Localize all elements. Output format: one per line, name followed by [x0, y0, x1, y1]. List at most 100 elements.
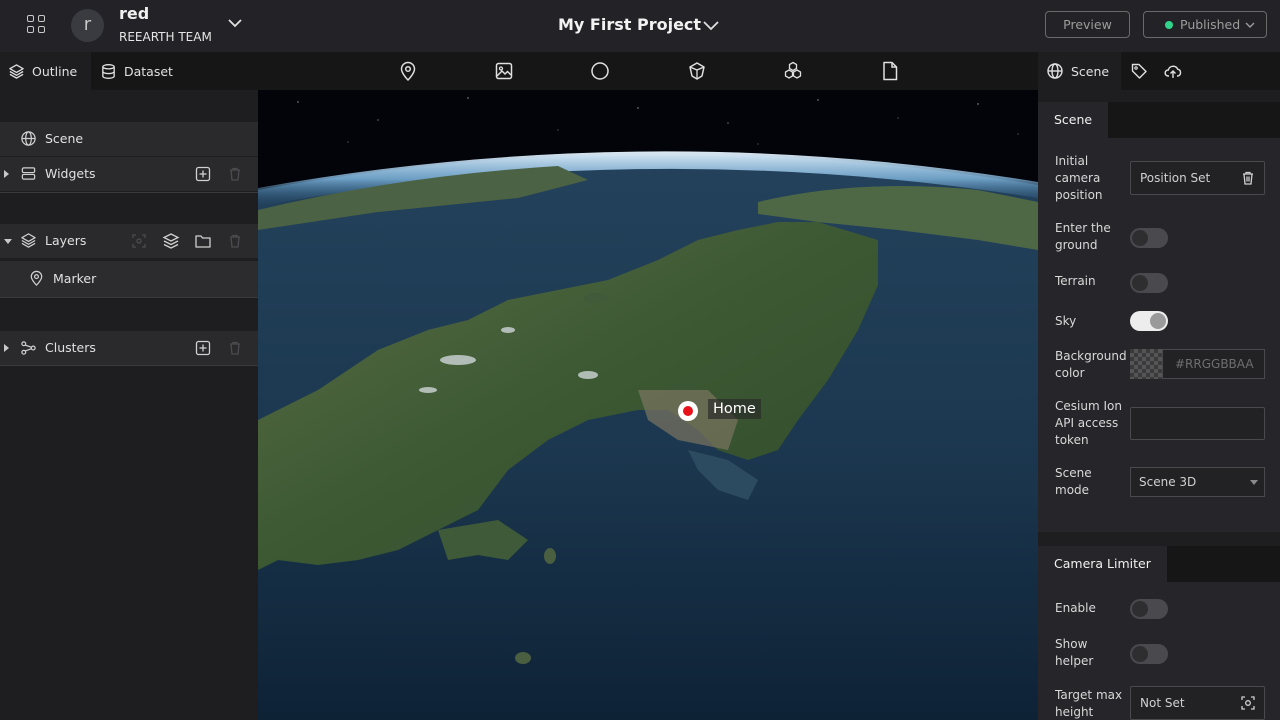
top-header: r red REEARTH TEAM My First Project Prev…	[0, 0, 1280, 52]
camera-limiter-section-title[interactable]: Camera Limiter	[1038, 546, 1167, 582]
tab-outline[interactable]: Outline	[0, 52, 91, 90]
sky-toggle[interactable]	[1130, 311, 1168, 331]
target-max-height-value: Not Set	[1140, 696, 1185, 710]
enable-label: Enable	[1055, 601, 1096, 615]
widgets-icon	[21, 167, 36, 180]
camera-limiter-section-body: Enable Show helper Target max height Not…	[1038, 582, 1280, 720]
tab-publish[interactable]	[1156, 52, 1190, 90]
cluster-icon	[21, 341, 36, 355]
home-marker-label[interactable]: Home	[708, 399, 761, 419]
layers-icon	[21, 233, 36, 248]
outline-panel: Outline Dataset Scene Widgets Layers Mar…	[0, 52, 258, 720]
chevron-down-icon	[1245, 22, 1255, 28]
trash-icon[interactable]	[1240, 170, 1256, 186]
sphere-tool-icon[interactable]	[589, 60, 611, 82]
apps-grid-icon[interactable]	[24, 12, 48, 36]
home-marker-pin[interactable]	[678, 401, 698, 421]
marker-tool-icon[interactable]	[397, 60, 419, 82]
avatar[interactable]: r	[71, 9, 104, 42]
map-pin-icon	[30, 270, 43, 286]
layers-icon	[9, 63, 24, 79]
initial-camera-value: Position Set	[1140, 171, 1211, 185]
project-title[interactable]: My First Project	[558, 15, 701, 34]
tab-scene[interactable]: Scene	[1038, 52, 1121, 90]
tree-item-widgets-label: Widgets	[45, 166, 96, 181]
cloud-upload-icon	[1164, 65, 1182, 78]
status-dot-icon	[1165, 21, 1173, 29]
tree-item-clusters[interactable]: Clusters	[0, 331, 258, 365]
globe-icon	[1047, 63, 1063, 79]
tab-outline-label: Outline	[32, 63, 78, 79]
trash-icon[interactable]	[226, 165, 244, 183]
color-swatch[interactable]	[1130, 349, 1162, 379]
add-layer-stack-icon[interactable]	[162, 232, 180, 250]
publish-status-button[interactable]: Published	[1143, 11, 1267, 38]
scene-section-body: Initial camera position Position Set Ent…	[1038, 138, 1280, 532]
right-panel-tabs: Scene	[1038, 52, 1280, 90]
divider	[0, 297, 258, 298]
scene-mode-select[interactable]: Scene 3D	[1130, 467, 1265, 497]
cesium-token-input[interactable]	[1130, 407, 1265, 440]
tab-dataset[interactable]: Dataset	[92, 52, 182, 90]
team-switch-chevron-down-icon[interactable]	[226, 14, 244, 32]
camera-limiter-section-header: Camera Limiter	[1038, 546, 1280, 582]
camera-limiter-enable-toggle[interactable]	[1130, 599, 1168, 619]
enter-ground-label: Enter the ground	[1055, 221, 1111, 252]
team-name: REEARTH TEAM	[119, 30, 212, 44]
tree-item-scene[interactable]: Scene	[0, 122, 258, 156]
add-widget-icon[interactable]	[194, 165, 212, 183]
terrain-toggle[interactable]	[1130, 273, 1168, 293]
caret-down-icon	[1250, 480, 1258, 485]
terrain-label: Terrain	[1055, 274, 1096, 288]
scene-section-title[interactable]: Scene	[1038, 102, 1109, 138]
trash-icon[interactable]	[226, 232, 244, 250]
target-max-height-label: Target max height	[1055, 688, 1123, 719]
tab-dataset-label: Dataset	[124, 63, 173, 79]
divider	[0, 192, 258, 193]
globe-viewport[interactable]: Home	[258, 90, 1038, 720]
user-name: red	[119, 4, 150, 23]
tree-item-marker[interactable]: Marker	[0, 261, 258, 297]
sky-label: Sky	[1055, 314, 1077, 328]
background-color-label: Background color	[1055, 349, 1127, 380]
tree-item-marker-label: Marker	[53, 271, 97, 286]
add-cluster-icon[interactable]	[194, 339, 212, 357]
scene-section-header: Scene	[1038, 102, 1280, 138]
expand-arrow-icon[interactable]	[4, 344, 9, 352]
scene-mode-label: Scene mode	[1055, 466, 1092, 497]
show-helper-label: Show helper	[1055, 637, 1094, 668]
divider	[0, 365, 258, 366]
tree-item-layers[interactable]: Layers	[0, 224, 258, 258]
tree-item-scene-label: Scene	[45, 131, 84, 146]
3d-model-tool-icon[interactable]	[686, 60, 708, 82]
focus-layer-icon[interactable]	[130, 232, 148, 250]
property-panel: Scene Scene Initial camera position Posi…	[1038, 52, 1280, 720]
left-panel-tabs: Outline Dataset	[0, 52, 258, 90]
enter-ground-toggle[interactable]	[1130, 228, 1168, 248]
tab-tags[interactable]	[1122, 52, 1156, 90]
photo-overlay-tool-icon[interactable]	[493, 60, 515, 82]
globe-icon	[21, 131, 36, 146]
add-folder-icon[interactable]	[194, 232, 212, 250]
expand-arrow-icon[interactable]	[4, 170, 9, 178]
publish-status-label: Published	[1180, 17, 1241, 32]
file-tool-icon[interactable]	[879, 60, 901, 82]
cesium-token-label: Cesium Ion API access token	[1055, 399, 1122, 447]
collapse-arrow-icon[interactable]	[4, 239, 12, 244]
show-helper-toggle[interactable]	[1130, 644, 1168, 664]
initial-camera-field[interactable]: Position Set	[1130, 161, 1265, 195]
tree-item-clusters-label: Clusters	[45, 340, 96, 355]
capture-camera-icon[interactable]	[1240, 695, 1256, 711]
tree-item-widgets[interactable]: Widgets	[0, 157, 258, 191]
project-menu-chevron-down-icon[interactable]	[701, 15, 721, 35]
database-icon	[102, 63, 115, 79]
tree-item-layers-label: Layers	[45, 233, 87, 248]
background-color-input[interactable]: #RRGGBBAA	[1162, 349, 1265, 379]
3d-tiles-tool-icon[interactable]	[782, 60, 804, 82]
target-max-height-field[interactable]: Not Set	[1130, 686, 1265, 720]
tool-bar	[258, 52, 1038, 90]
preview-button[interactable]: Preview	[1045, 11, 1130, 38]
scene-mode-value: Scene 3D	[1139, 475, 1197, 489]
globe-scene	[258, 90, 1038, 720]
trash-icon[interactable]	[226, 339, 244, 357]
